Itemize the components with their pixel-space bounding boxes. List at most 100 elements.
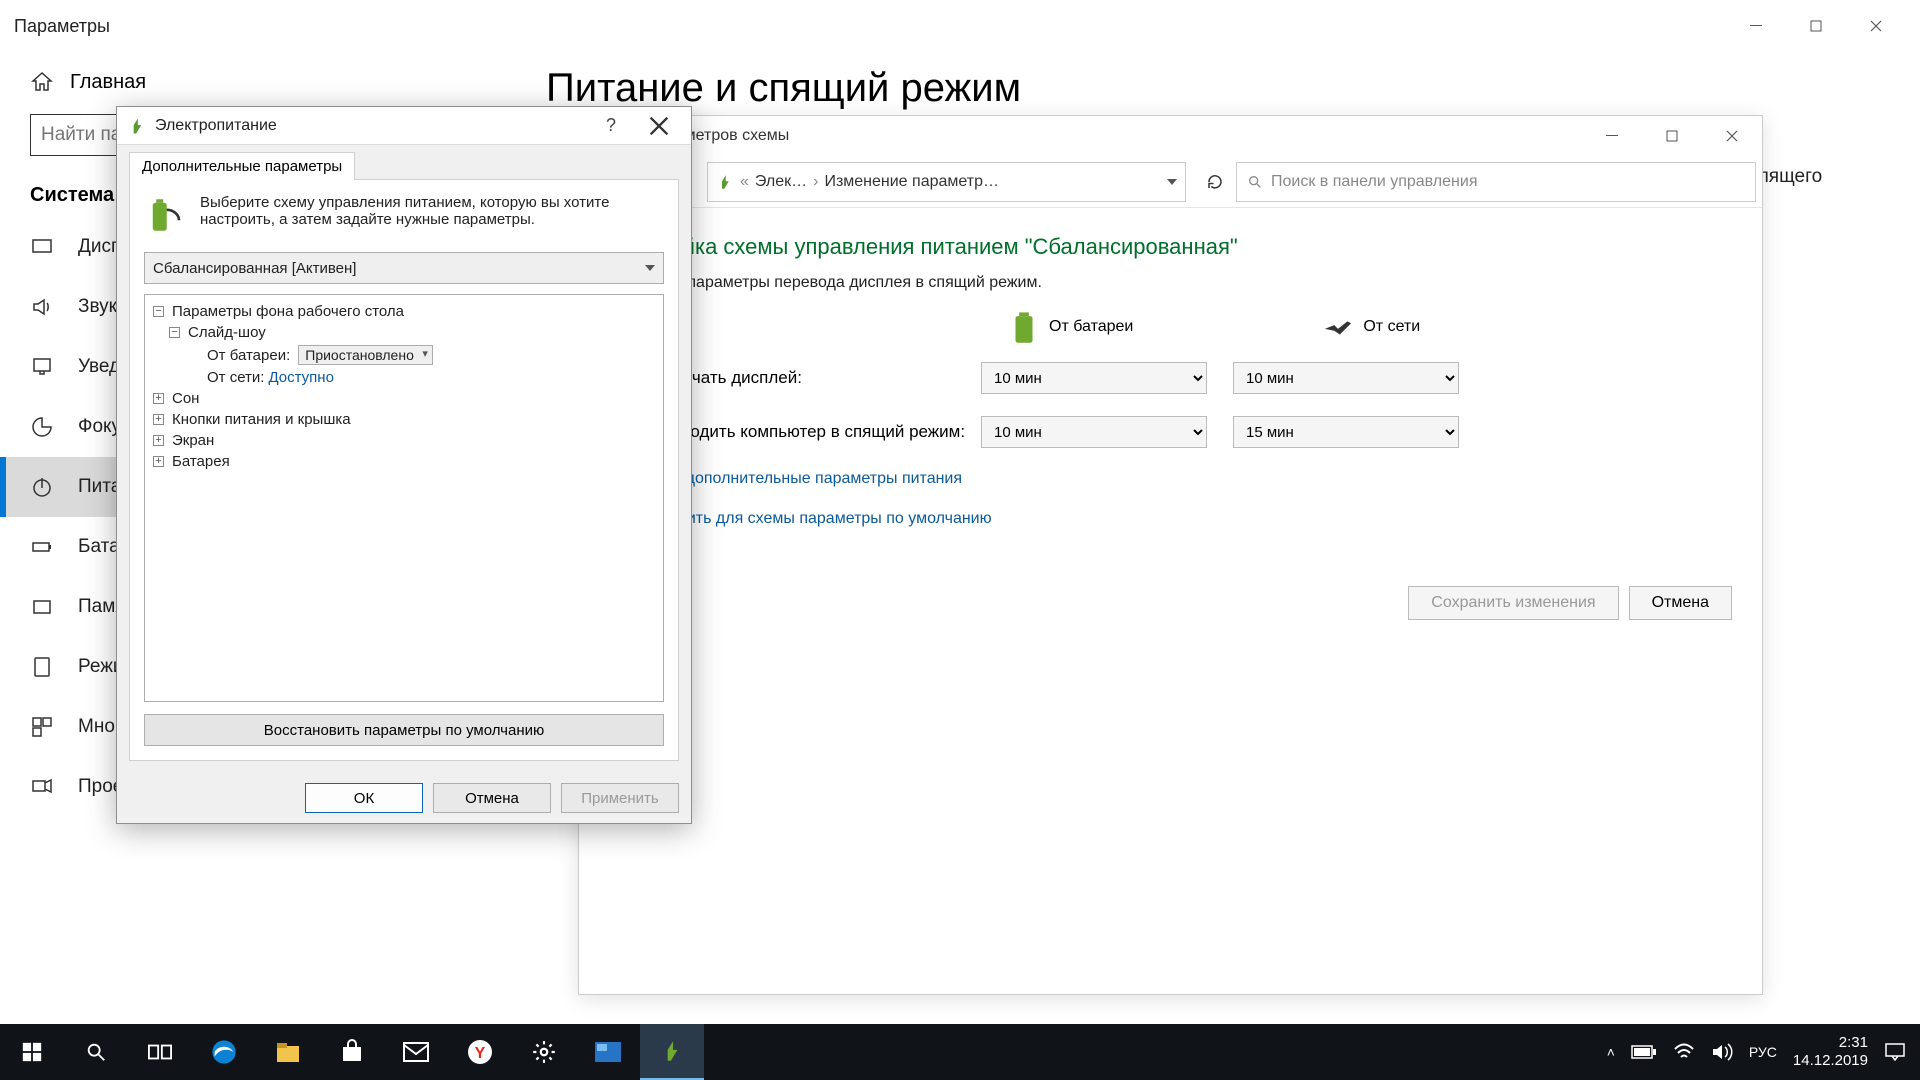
tree-node-buttons-lid[interactable]: + Кнопки питания и крышка [149,409,659,430]
dlg-title: Электропитание [155,117,277,135]
dlg-footer: ОК Отмена Применить [117,773,691,823]
sleep-battery-select[interactable]: 10 мин [981,416,1207,448]
taskbar-edge[interactable] [192,1024,256,1080]
apply-button[interactable]: Применить [561,783,679,813]
close-button[interactable] [1846,6,1906,46]
cp-sub: Выберите параметры перевода дисплея в сп… [609,274,1732,292]
tray-wifi-icon[interactable] [1673,1043,1695,1061]
taskview-button[interactable] [128,1024,192,1080]
tree-expand-icon[interactable]: + [153,435,164,446]
tray-action-center-icon[interactable] [1884,1042,1906,1062]
svg-text:Y: Y [475,1045,486,1062]
search-button[interactable] [64,1024,128,1080]
settings-title: Параметры [14,16,110,37]
tree-node-sleep[interactable]: + Сон [149,388,659,409]
taskbar-settings[interactable] [512,1024,576,1080]
system-tray: ˄ РУС 2:31 14.12.2019 [1607,1034,1920,1070]
display-off-ac-select[interactable]: 10 мин [1233,362,1459,394]
dlg-close-button[interactable] [637,111,681,141]
display-off-battery-select[interactable]: 10 мин [981,362,1207,394]
display-icon [30,235,54,259]
plug-icon [1323,310,1353,344]
cp-cancel-button[interactable]: Отмена [1629,586,1732,620]
settings-titlebar: Параметры [0,0,1920,52]
tree-node-background[interactable]: − Параметры фона рабочего стола [149,301,659,322]
cp-link-advanced[interactable]: Изменить дополнительные параметры питани… [609,470,1732,488]
cp-save-button[interactable]: Сохранить изменения [1408,586,1618,620]
tree-label: Параметры фона рабочего стола [172,303,404,320]
dlg-desc: Выберите схему управления питанием, кото… [144,194,664,236]
nav-refresh-button[interactable] [1198,165,1232,199]
cp-button-row: Сохранить изменения Отмена [609,586,1732,620]
tree-label: Экран [172,432,214,449]
taskbar-app-generic[interactable] [576,1024,640,1080]
tree-collapse-icon[interactable]: − [169,327,180,338]
col-battery-label: От батареи [1049,318,1133,336]
home-icon [30,70,54,94]
tray-lang[interactable]: РУС [1749,1044,1777,1060]
cp-navbar: « Элек… › Изменение параметр… Поиск в па… [579,156,1762,208]
taskbar-explorer[interactable] [256,1024,320,1080]
cp-search-placeholder: Поиск в панели управления [1271,173,1477,191]
leaf-ac-value-link[interactable]: Доступно [268,369,333,386]
multitask-icon [30,715,54,739]
taskbar-mail[interactable] [384,1024,448,1080]
taskbar-yandex[interactable]: Y [448,1024,512,1080]
minimize-button[interactable] [1726,6,1786,46]
tray-volume-icon[interactable] [1711,1042,1733,1062]
sound-icon [30,295,54,319]
dlg-tabstrip: Дополнительные параметры [117,145,691,179]
tree-collapse-icon[interactable]: − [153,306,164,317]
power-plan-icon [127,116,147,136]
start-button[interactable] [0,1024,64,1080]
scheme-select-value: Сбалансированная [Активен] [153,260,356,277]
cp-search[interactable]: Поиск в панели управления [1236,162,1756,202]
scheme-select[interactable]: Сбалансированная [Активен] [144,252,664,284]
tree-label: Батарея [172,453,230,470]
dlg-tab-advanced[interactable]: Дополнительные параметры [129,152,355,180]
settings-tree[interactable]: − Параметры фона рабочего стола − Слайд-… [144,294,664,702]
sidebar-item-label: Звук [78,296,117,318]
power-options-dialog: Электропитание ? Дополнительные параметр… [116,106,692,824]
tree-expand-icon[interactable]: + [153,456,164,467]
maximize-button[interactable] [1786,6,1846,46]
tree-node-slideshow[interactable]: − Слайд-шоу [149,322,659,343]
tree-expand-icon[interactable]: + [153,393,164,404]
tree-leaf-ac: От сети: Доступно [149,367,659,388]
tray-time: 2:31 [1793,1034,1868,1052]
cancel-button[interactable]: Отмена [433,783,551,813]
tree-label: Слайд-шоу [188,324,266,341]
cp-row-sleep: Переводить компьютер в спящий режим: 10 … [609,416,1732,448]
power-plan-icon [716,173,734,191]
restore-defaults-button[interactable]: Восстановить параметры по умолчанию [144,714,664,746]
row-label: Переводить компьютер в спящий режим: [641,422,981,442]
tray-clock[interactable]: 2:31 14.12.2019 [1793,1034,1868,1070]
tree-node-battery[interactable]: + Батарея [149,451,659,472]
breadcrumb[interactable]: « Элек… › Изменение параметр… [707,162,1186,202]
dlg-desc-text: Выберите схему управления питанием, кото… [200,194,664,236]
chevron-down-icon[interactable] [1167,179,1177,185]
crumb-part1[interactable]: Элек… [755,173,807,191]
cp-close-button[interactable] [1702,117,1762,155]
tree-node-screen[interactable]: + Экран [149,430,659,451]
tree-expand-icon[interactable]: + [153,414,164,425]
cp-col-headers: От батареи От сети [1009,310,1732,344]
battery-icon [1009,310,1039,344]
leaf-battery-select[interactable]: Приостановлено [298,345,433,365]
tablet-icon [30,655,54,679]
cp-maximize-button[interactable] [1642,117,1702,155]
dlg-help-button[interactable]: ? [589,111,633,141]
sleep-ac-select[interactable]: 15 мин [1233,416,1459,448]
cp-link-restore[interactable]: Восстановить для схемы параметры по умол… [609,510,1732,528]
dlg-titlebar: Электропитание ? [117,107,691,145]
dlg-panel: Выберите схему управления питанием, кото… [129,179,679,761]
sidebar-home[interactable]: Главная [0,52,478,108]
search-icon [1247,174,1263,190]
tray-battery-icon[interactable] [1631,1044,1657,1060]
cp-minimize-button[interactable] [1582,117,1642,155]
taskbar-store[interactable] [320,1024,384,1080]
ok-button[interactable]: ОК [305,783,423,813]
crumb-part2[interactable]: Изменение параметр… [824,173,999,191]
tray-overflow-button[interactable]: ˄ [1607,1044,1615,1060]
taskbar-power-options[interactable] [640,1024,704,1080]
